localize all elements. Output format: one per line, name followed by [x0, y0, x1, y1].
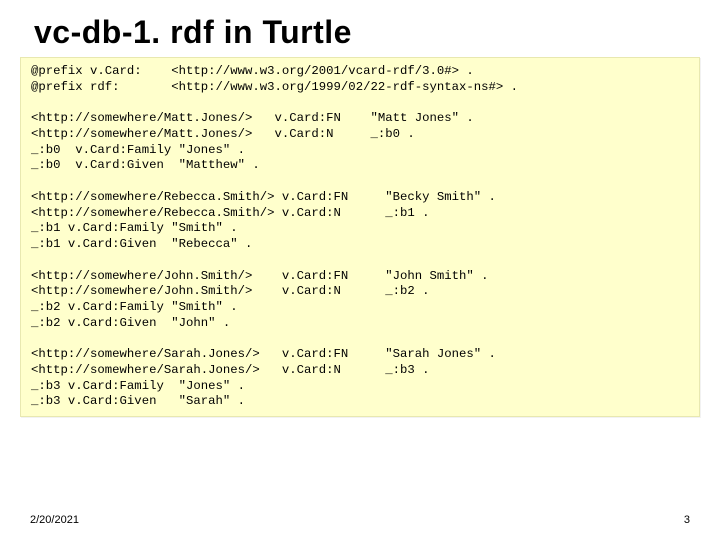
slide: vc-db-1. rdf in Turtle @prefix v.Card: <… [0, 0, 720, 540]
page-title: vc-db-1. rdf in Turtle [0, 0, 720, 57]
footer-date: 2/20/2021 [30, 514, 79, 526]
footer-page-number: 3 [684, 514, 690, 526]
footer: 2/20/2021 3 [30, 514, 690, 526]
code-block: @prefix v.Card: <http://www.w3.org/2001/… [20, 57, 700, 417]
